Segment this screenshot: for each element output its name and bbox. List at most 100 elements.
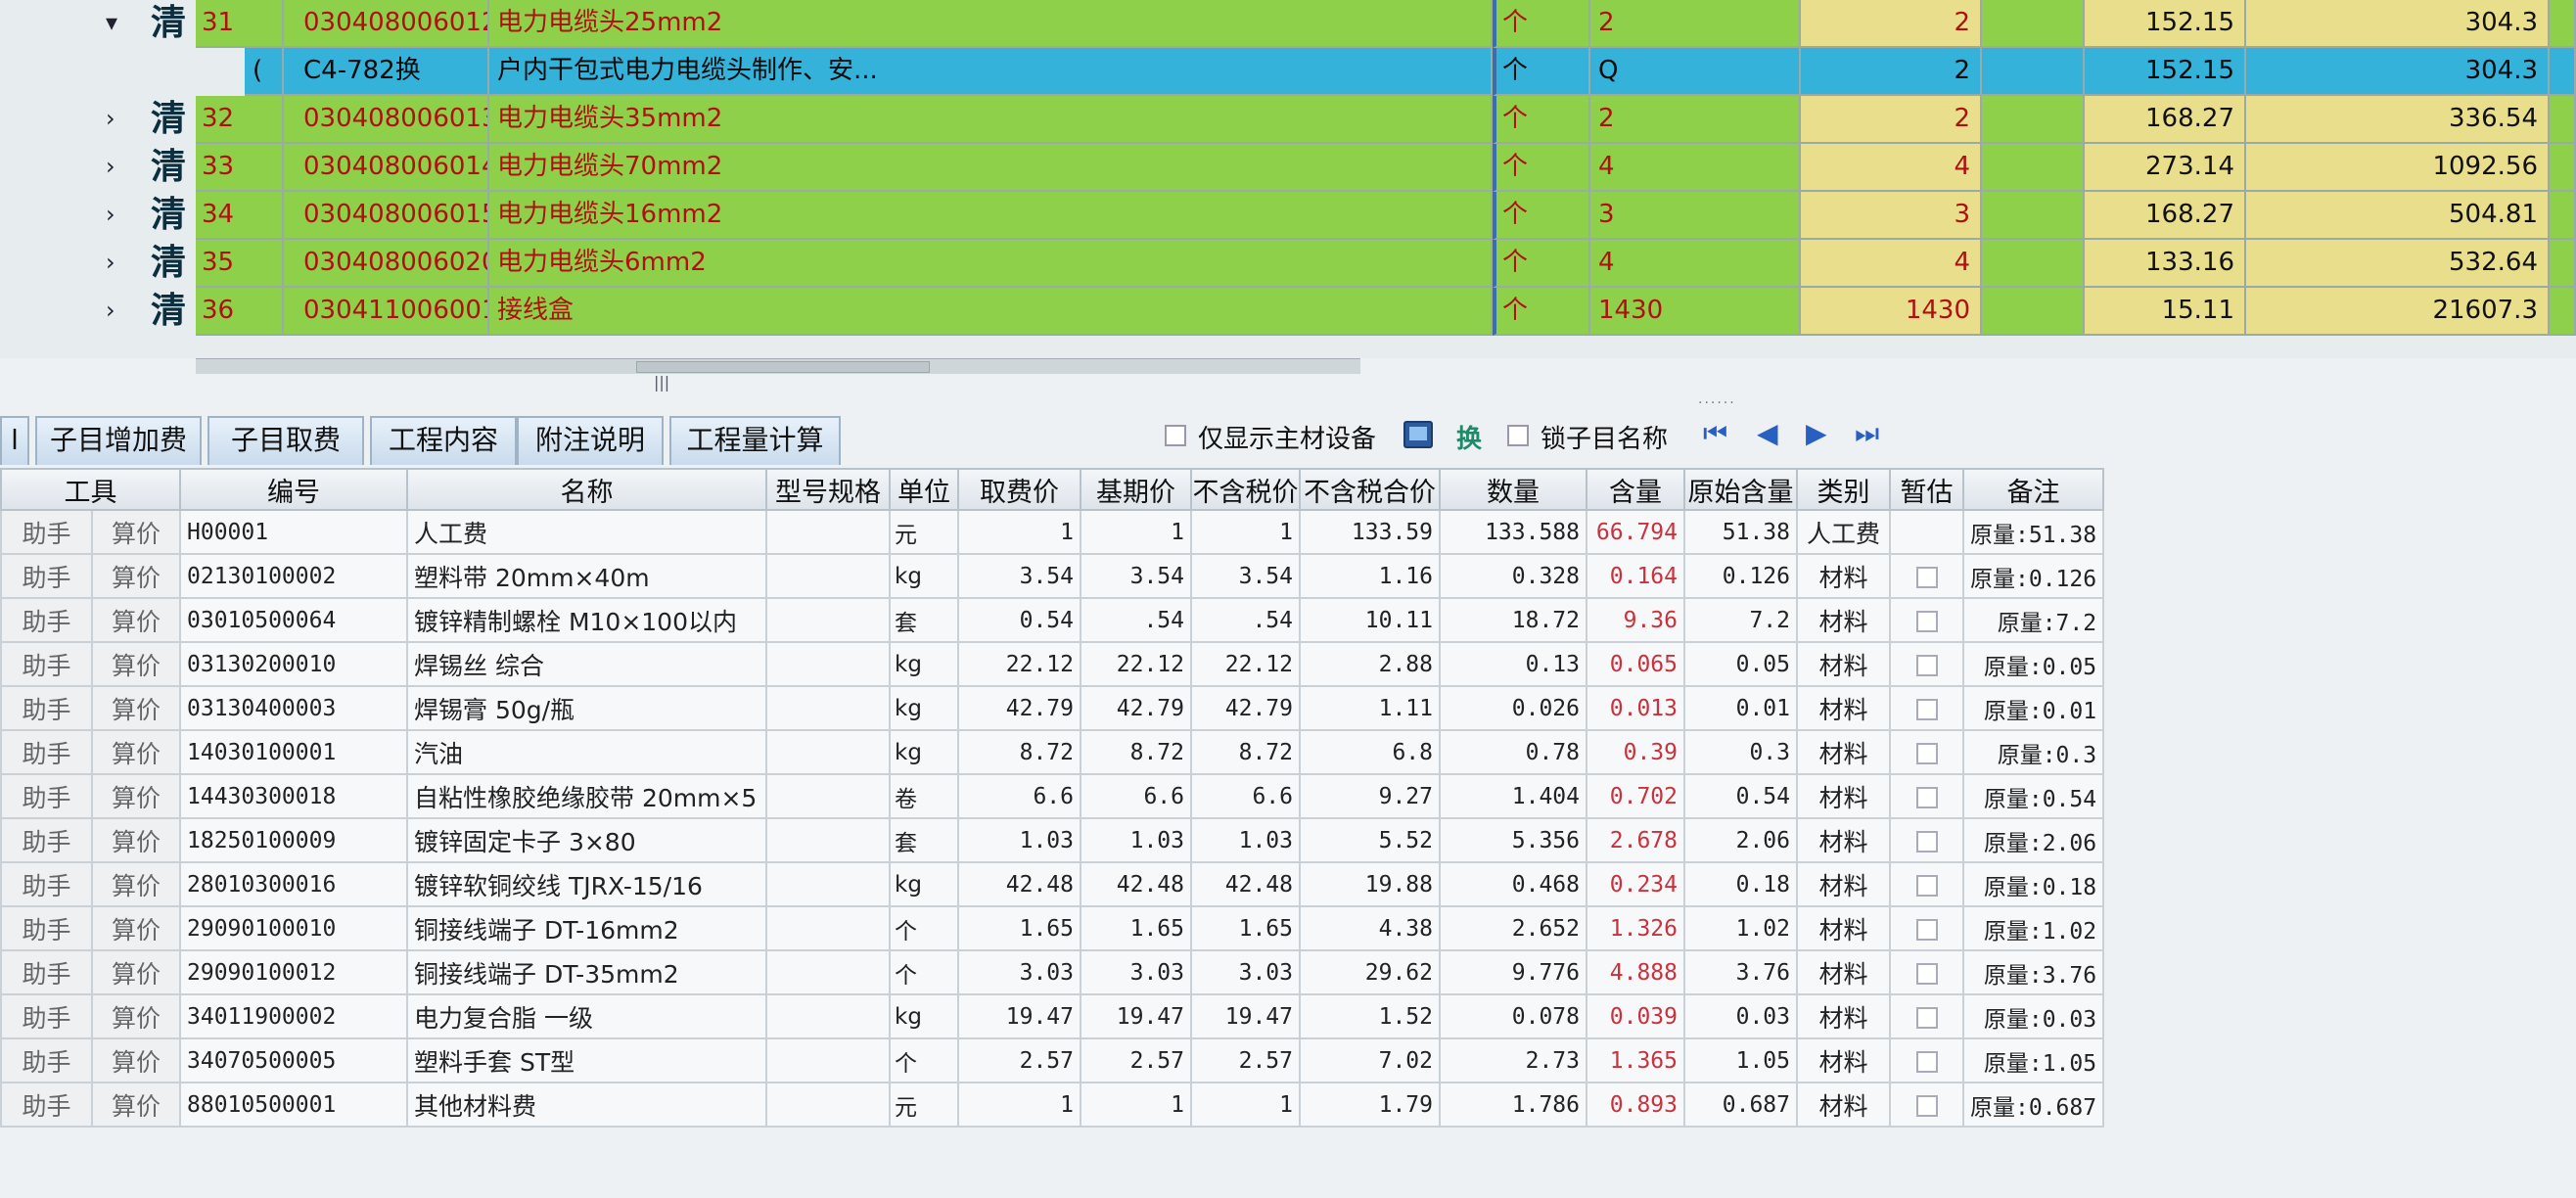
total-price-cell[interactable]: 336.54	[2246, 96, 2550, 144]
quantity2-cell[interactable]: 1430	[1801, 288, 1982, 336]
helper-button[interactable]: 助手	[0, 641, 93, 687]
resource-code-cell[interactable]: 28010300016	[179, 861, 408, 907]
tree-cell[interactable]: › 清	[0, 192, 196, 240]
estimate-checkbox[interactable]	[1915, 1095, 1938, 1117]
content-cell[interactable]: 0.702	[1586, 773, 1685, 819]
resource-code-cell[interactable]: 03130200010	[179, 641, 408, 687]
quantity2-cell[interactable]: 2	[1801, 96, 1982, 144]
original-content-cell[interactable]: 7.2	[1683, 597, 1798, 643]
resource-name-cell[interactable]: 铜接线端子 DT-16mm2	[406, 905, 767, 951]
estimate-cell[interactable]	[1889, 861, 1964, 907]
resource-spec-cell[interactable]	[765, 1037, 891, 1083]
total-price-cell[interactable]: 504.81	[2246, 192, 2550, 240]
fee-price-cell[interactable]: 0.54	[957, 597, 1081, 643]
col-name[interactable]: 名称	[406, 468, 767, 511]
notax-total-cell[interactable]: 7.02	[1299, 1037, 1441, 1083]
code-cell[interactable]: 030408006012	[284, 0, 489, 48]
content-cell[interactable]: 66.794	[1586, 509, 1685, 555]
original-content-cell[interactable]: 0.03	[1683, 993, 1798, 1039]
resource-code-cell[interactable]: 03010500064	[179, 597, 408, 643]
seq-cell[interactable]: 31	[196, 0, 284, 48]
original-content-cell[interactable]: 51.38	[1683, 509, 1798, 555]
estimate-cell[interactable]	[1889, 773, 1964, 819]
notax-price-cell[interactable]: 42.79	[1190, 685, 1301, 731]
name-cell[interactable]: 接线盒	[489, 288, 1493, 336]
note-cell[interactable]: 原量:0.126	[1961, 553, 2105, 599]
resource-unit-cell[interactable]: kg	[889, 993, 959, 1039]
blank-cell[interactable]	[1982, 48, 2085, 96]
fee-price-cell[interactable]: 3.54	[957, 553, 1081, 599]
calc-price-button[interactable]: 算价	[91, 1082, 181, 1128]
monitor-icon[interactable]	[1403, 421, 1433, 448]
quantity-cell[interactable]: 4	[1590, 144, 1801, 192]
resource-spec-cell[interactable]	[765, 641, 891, 687]
resource-unit-cell[interactable]: 卷	[889, 773, 959, 819]
resource-spec-cell[interactable]	[765, 905, 891, 951]
notax-total-cell[interactable]: 133.59	[1299, 509, 1441, 555]
note-cell[interactable]: 原量:0.687	[1961, 1082, 2105, 1128]
calc-price-button[interactable]: 算价	[91, 641, 181, 687]
base-price-cell[interactable]: 2.57	[1080, 1037, 1192, 1083]
blank-cell[interactable]	[1982, 0, 2085, 48]
blank-cell[interactable]	[1982, 96, 2085, 144]
chevron-right-icon[interactable]: ›	[106, 96, 115, 142]
fee-price-cell[interactable]: 42.79	[957, 685, 1081, 731]
resource-spec-cell[interactable]	[765, 993, 891, 1039]
scrollbar-thumb[interactable]	[636, 361, 930, 373]
original-content-cell[interactable]: 0.01	[1683, 685, 1798, 731]
note-cell[interactable]: 原量:0.18	[1961, 861, 2105, 907]
chevron-right-icon[interactable]: ›	[106, 192, 115, 238]
unit-cell[interactable]: 个	[1493, 96, 1590, 144]
blank-cell[interactable]	[2550, 48, 2576, 96]
notax-total-cell[interactable]: 4.38	[1299, 905, 1441, 951]
blank-cell[interactable]	[2550, 144, 2576, 192]
resource-code-cell[interactable]: 29090100010	[179, 905, 408, 951]
notax-total-cell[interactable]: 9.27	[1299, 773, 1441, 819]
resource-spec-cell[interactable]	[765, 685, 891, 731]
estimate-cell[interactable]	[1889, 597, 1964, 643]
tab-fee-rate[interactable]: 子目取费	[207, 416, 364, 465]
calc-price-button[interactable]: 算价	[91, 729, 181, 775]
total-price-cell[interactable]: 532.64	[2246, 240, 2550, 288]
resource-spec-cell[interactable]	[765, 817, 891, 863]
table-row[interactable]: 助手 算价 34070500005 塑料手套 ST型个 2.57 2.57 2.57 7.02…	[0, 1037, 2105, 1083]
blank-cell[interactable]	[2550, 0, 2576, 48]
resource-name-cell[interactable]: 镀锌固定卡子 3×80	[406, 817, 767, 863]
bill-item-row[interactable]: › 清 35 030408006020 电力电缆头6mm2 个 4 4 133.16 532.64	[0, 240, 2576, 288]
resource-type-cell[interactable]: 材料	[1796, 1082, 1891, 1128]
fee-price-cell[interactable]: 22.12	[957, 641, 1081, 687]
original-content-cell[interactable]: 2.06	[1683, 817, 1798, 863]
resource-name-cell[interactable]: 铜接线端子 DT-35mm2	[406, 949, 767, 995]
unit-price-cell[interactable]: 168.27	[2085, 96, 2246, 144]
estimate-checkbox[interactable]	[1915, 1051, 1938, 1073]
resource-unit-cell[interactable]: 个	[889, 949, 959, 995]
total-price-cell[interactable]: 304.3	[2246, 48, 2550, 96]
fee-price-cell[interactable]: 3.03	[957, 949, 1081, 995]
estimate-cell[interactable]	[1889, 993, 1964, 1039]
base-price-cell[interactable]: 1	[1080, 509, 1192, 555]
base-price-cell[interactable]: .54	[1080, 597, 1192, 643]
calc-price-button[interactable]: 算价	[91, 861, 181, 907]
quantity-cell[interactable]: 3	[1590, 192, 1801, 240]
resource-type-cell[interactable]: 材料	[1796, 949, 1891, 995]
resize-grip-icon[interactable]: |||	[654, 373, 669, 392]
base-price-cell[interactable]: 1.03	[1080, 817, 1192, 863]
estimate-checkbox[interactable]	[1915, 699, 1938, 720]
resource-spec-cell[interactable]	[765, 1082, 891, 1128]
bill-item-row[interactable]: ▾ 清 31 030408006012 电力电缆头25mm2 个 2 2 152.15 304.3	[0, 0, 2576, 48]
quantity-cell[interactable]: 1430	[1590, 288, 1801, 336]
col-code[interactable]: 编号	[179, 468, 408, 511]
total-price-cell[interactable]: 21607.3	[2246, 288, 2550, 336]
quantity-cell[interactable]: 9.776	[1439, 949, 1587, 995]
notax-price-cell[interactable]: 1.03	[1190, 817, 1301, 863]
notax-price-cell[interactable]: 6.6	[1190, 773, 1301, 819]
bill-item-row[interactable]: › 清 32 030408006013 电力电缆头35mm2 个 2 2 168.27 336.5…	[0, 96, 2576, 144]
resource-spec-cell[interactable]	[765, 773, 891, 819]
notax-price-cell[interactable]: 8.72	[1190, 729, 1301, 775]
notax-price-cell[interactable]: 42.48	[1190, 861, 1301, 907]
helper-button[interactable]: 助手	[0, 905, 93, 951]
tree-cell[interactable]: 子	[0, 48, 196, 96]
quantity-cell[interactable]: 133.588	[1439, 509, 1587, 555]
resource-type-cell[interactable]: 材料	[1796, 817, 1891, 863]
name-cell[interactable]: 电力电缆头70mm2	[489, 144, 1493, 192]
